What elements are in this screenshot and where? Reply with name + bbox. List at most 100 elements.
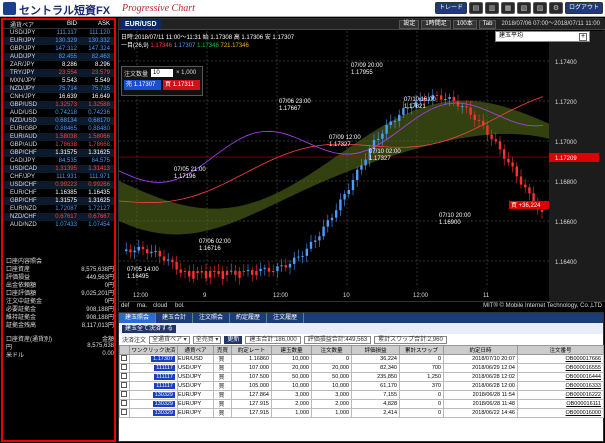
rate-row[interactable]: GBP/CHF 1.31575 1.31625 bbox=[3, 149, 114, 157]
rate-row[interactable]: GBP/USD 1.32573 1.32588 bbox=[3, 101, 114, 109]
column-header[interactable]: 売買 bbox=[213, 345, 232, 355]
one-click-close[interactable]: 111117 bbox=[129, 372, 178, 382]
column-header[interactable]: 建玉数量 bbox=[271, 345, 312, 355]
rate-row[interactable]: CNH/JPY 16.639 16.649 bbox=[3, 93, 114, 101]
tab-orders[interactable]: 注文照会 bbox=[193, 313, 231, 323]
tab-execution-history[interactable]: 約定履歴 bbox=[230, 313, 268, 323]
table-row[interactable]: 130329 EUR/JPY 買 127.915 2,000 2,000 4,828 0 201… bbox=[119, 399, 604, 409]
rate-row[interactable]: USD/CHF 0.99223 0.99266 bbox=[3, 181, 114, 189]
rate-row[interactable]: GBP/AUD 1.78638 1.78668 bbox=[3, 141, 114, 149]
bar-count-select[interactable]: 100本 bbox=[452, 20, 477, 29]
table-row[interactable]: 130329 EUR/JPY 買 127.915 1,000 1,000 2,414 0 201… bbox=[119, 408, 604, 418]
row-checkbox[interactable] bbox=[119, 390, 130, 400]
sell-button[interactable]: 売 1.17307 bbox=[124, 80, 161, 90]
row-checkbox[interactable] bbox=[119, 363, 130, 373]
rate-row[interactable]: USD/CAD 1.31395 1.31413 bbox=[3, 165, 114, 173]
table-row[interactable]: 1.17307 EUR/USD 買 1.16860 10,000 0 36,224 0 2018… bbox=[119, 354, 604, 364]
buy-button[interactable]: 買 1.17311 bbox=[163, 80, 200, 90]
checkbox[interactable] bbox=[121, 382, 127, 388]
trade-button[interactable]: トレード bbox=[434, 2, 467, 14]
rate-row[interactable]: NZD/USD 0.68134 0.68170 bbox=[3, 117, 114, 125]
cell-order-number[interactable]: OB000016111 bbox=[517, 399, 604, 409]
checkbox[interactable] bbox=[121, 373, 127, 379]
table-row[interactable]: 111117 USD/JPY 買 107.000 20,000 20,000 82,340 7… bbox=[119, 363, 604, 373]
rate-row[interactable]: AUD/JPY 82.455 82.463 bbox=[3, 53, 114, 61]
one-click-close[interactable]: 111117 bbox=[129, 381, 178, 391]
rate-row[interactable]: NZD/JPY 75.714 75.735 bbox=[3, 85, 114, 93]
one-click-close-button[interactable]: 130329 bbox=[152, 392, 175, 398]
layout-3-icon[interactable]: ▦ bbox=[500, 2, 515, 14]
column-header[interactable]: ワンクリック決済 bbox=[129, 345, 178, 355]
layout-5-icon[interactable]: ▨ bbox=[532, 2, 547, 14]
rate-row[interactable]: TRY/JPY 23.554 23.579 bbox=[3, 69, 114, 77]
close-all-button[interactable]: 建玉全て決済する bbox=[122, 324, 177, 333]
tab-position-total[interactable]: 建玉合計 bbox=[156, 313, 194, 323]
side-filter-select[interactable]: 全売買 ▾ bbox=[192, 335, 222, 344]
indicator-tab-cloud[interactable]: cloud bbox=[153, 303, 167, 309]
timeframe-select[interactable]: 1時間足 bbox=[421, 20, 451, 29]
order-qty-input[interactable]: 10 bbox=[151, 69, 174, 77]
indicator-tab-ma[interactable]: ma. bbox=[137, 303, 147, 309]
indicator-tab-bol[interactable]: bol. bbox=[175, 303, 185, 309]
checkbox[interactable] bbox=[121, 400, 127, 406]
tab-order-history[interactable]: 注文履歴 bbox=[267, 313, 305, 323]
one-click-close[interactable]: 111117 bbox=[129, 363, 178, 373]
logout-button[interactable]: ログアウト bbox=[564, 2, 603, 14]
rate-row[interactable]: GBP/CHF 1.31575 1.31625 bbox=[3, 197, 114, 205]
one-click-close[interactable]: 130329 bbox=[129, 408, 178, 418]
cell-order-number[interactable]: OB000016333 bbox=[517, 381, 604, 391]
layout-4-icon[interactable]: ▧ bbox=[516, 2, 531, 14]
layout-1-icon[interactable]: ▤ bbox=[468, 2, 483, 14]
rate-row[interactable]: EUR/AUD 1.58038 1.58066 bbox=[3, 133, 114, 141]
rate-row[interactable]: EUR/CHF 1.16385 1.16435 bbox=[3, 189, 114, 197]
column-header[interactable]: 累計スワップ bbox=[399, 345, 444, 355]
rate-row[interactable]: CAD/JPY 84.535 84.575 bbox=[3, 157, 114, 165]
column-header[interactable]: 注文数量 bbox=[311, 345, 352, 355]
checkbox[interactable] bbox=[121, 355, 127, 361]
row-checkbox[interactable] bbox=[119, 372, 130, 382]
one-click-close-button[interactable]: 1.17307 bbox=[151, 356, 175, 362]
column-header[interactable]: 約定レート bbox=[231, 345, 272, 355]
one-click-close-button[interactable]: 111117 bbox=[154, 374, 175, 380]
rate-row[interactable]: ZAR/JPY 8.286 8.296 bbox=[3, 61, 114, 69]
rate-row[interactable]: AUD/USD 0.74218 0.74236 bbox=[3, 109, 114, 117]
one-click-close[interactable]: 130329 bbox=[129, 390, 178, 400]
column-header[interactable]: 通貨ペア bbox=[177, 345, 214, 355]
rate-row[interactable]: NZD/CHF 0.67617 0.67667 bbox=[3, 213, 114, 221]
table-row[interactable]: 111117 USD/JPY 買 107.500 50,000 50,000 235,850… bbox=[119, 372, 604, 382]
position-average-select[interactable]: 建玉平均 + bbox=[495, 31, 590, 42]
indicator-tab-def[interactable]: def bbox=[121, 303, 129, 309]
rate-row[interactable]: CHF/JPY 111.931 111.971 bbox=[3, 173, 114, 181]
cell-order-number[interactable]: OB000016222 bbox=[517, 390, 604, 400]
rate-row[interactable]: EUR/JPY 130.329 130.332 bbox=[3, 37, 114, 45]
pair-filter-select[interactable]: 全通貨ペア ▾ bbox=[149, 335, 190, 344]
gear-icon[interactable]: ⚙ bbox=[548, 2, 563, 14]
one-click-close-button[interactable]: 130329 bbox=[152, 410, 175, 416]
row-checkbox[interactable] bbox=[119, 408, 130, 418]
rate-row[interactable]: USD/JPY 111.117 111.120 bbox=[3, 29, 114, 37]
one-click-close[interactable]: 1.17307 bbox=[129, 354, 178, 364]
plus-icon[interactable]: + bbox=[579, 33, 587, 41]
table-row[interactable]: 111117 USD/JPY 買 105.000 10,000 10,000 61,170 3… bbox=[119, 381, 604, 391]
rate-row[interactable]: EUR/GBP 0.88465 0.88480 bbox=[3, 125, 114, 133]
row-checkbox[interactable] bbox=[119, 354, 130, 364]
rate-row[interactable]: EUR/NZD 1.72087 1.72127 bbox=[3, 205, 114, 213]
checkbox[interactable] bbox=[121, 409, 127, 415]
row-checkbox[interactable] bbox=[119, 381, 130, 391]
cell-order-number[interactable]: OB000016555 bbox=[517, 363, 604, 373]
cell-order-number[interactable]: OB000016444 bbox=[517, 372, 604, 382]
row-checkbox[interactable] bbox=[119, 399, 130, 409]
one-click-close-button[interactable]: 111117 bbox=[154, 383, 175, 389]
tab-positions[interactable]: 建玉照会 bbox=[119, 313, 157, 323]
chart-settings-button[interactable]: 設定 bbox=[399, 20, 420, 29]
column-header[interactable]: 注文番号 bbox=[517, 345, 604, 355]
layout-2-icon[interactable]: ▥ bbox=[484, 2, 499, 14]
one-click-close-button[interactable]: 130329 bbox=[152, 401, 175, 407]
tab-button[interactable]: Tab bbox=[478, 20, 497, 29]
rate-row[interactable]: MXN/JPY 5.543 5.549 bbox=[3, 77, 114, 85]
table-row[interactable]: 130329 EUR/JPY 買 127.864 3,000 3,000 7,155 0 201… bbox=[119, 390, 604, 400]
checkbox[interactable] bbox=[121, 391, 127, 397]
rate-row[interactable]: GBP/JPY 147.312 147.324 bbox=[3, 45, 114, 53]
cell-order-number[interactable]: OB000016000 bbox=[517, 408, 604, 418]
column-header[interactable]: 約定日時 bbox=[443, 345, 518, 355]
